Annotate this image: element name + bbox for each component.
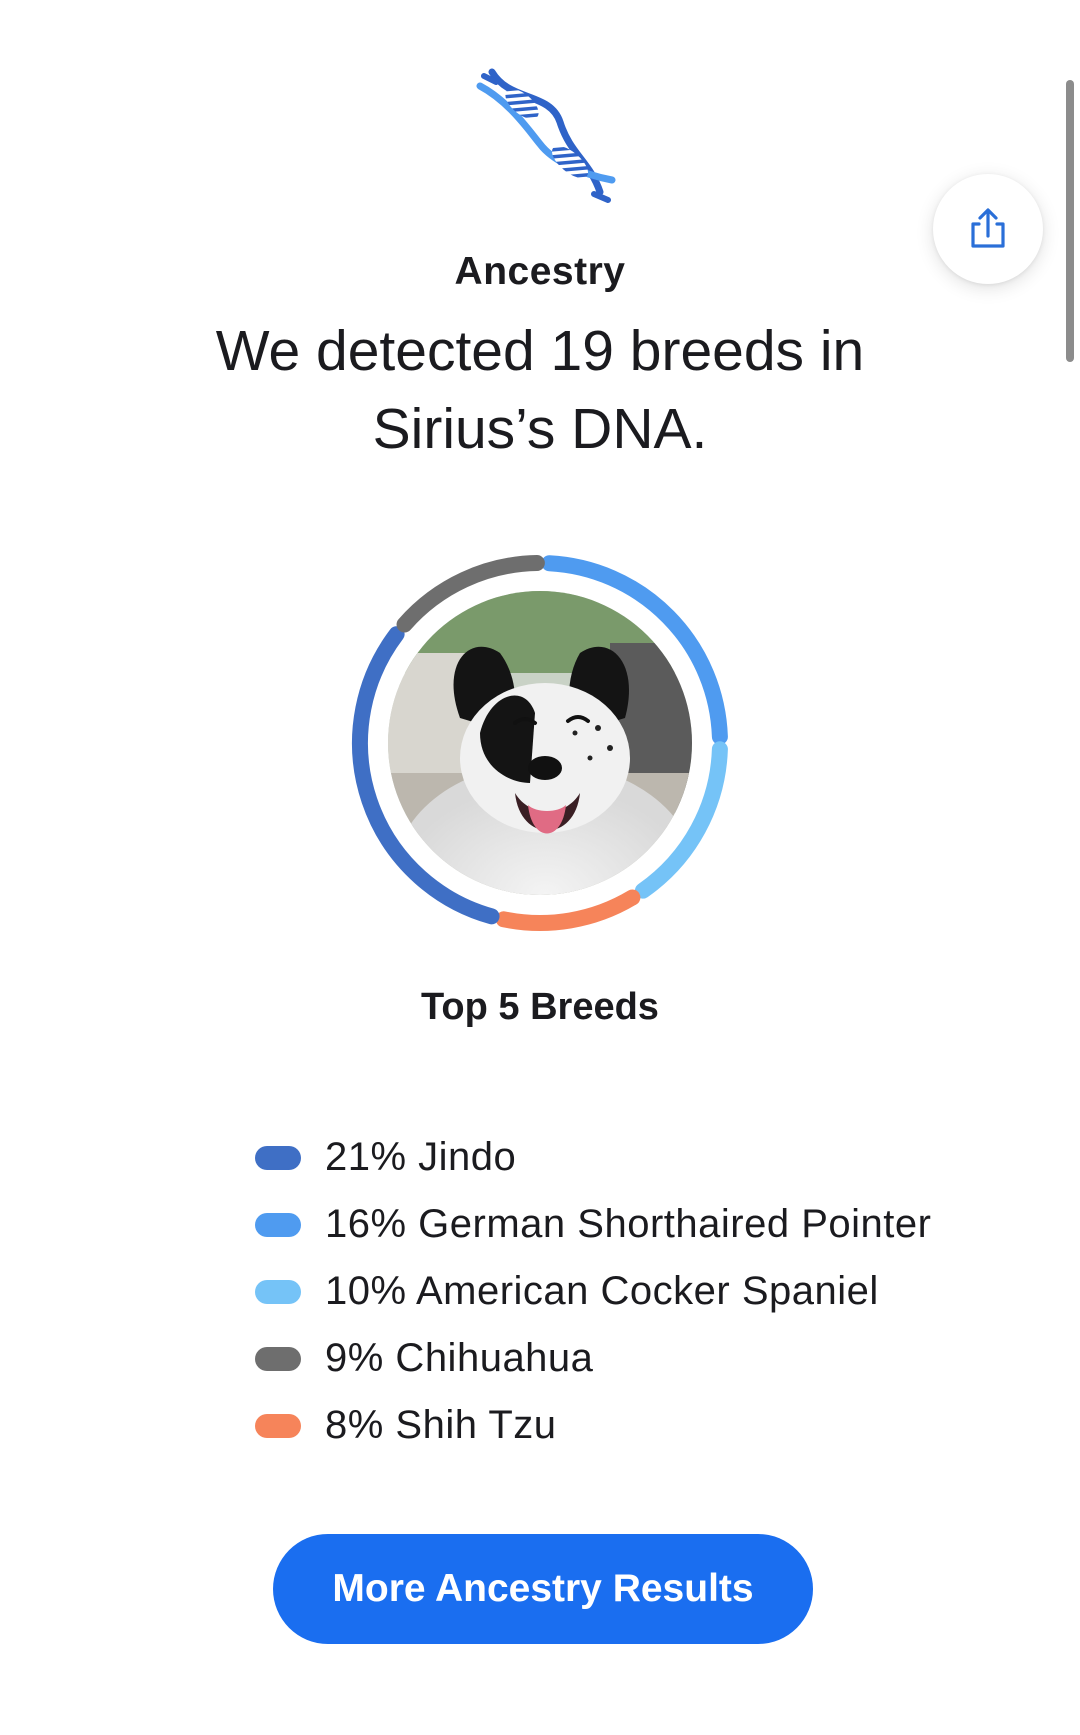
- ring-segment-shih-tzu: [495, 889, 641, 931]
- breed-legend-item: 10% American Cocker Spaniel: [255, 1258, 931, 1325]
- breed-label: 21% Jindo: [325, 1135, 517, 1179]
- breed-legend: 21% Jindo 16% German Shorthaired Pointer 1…: [255, 1124, 931, 1459]
- more-ancestry-results-button[interactable]: More Ancestry Results: [273, 1534, 813, 1644]
- legend-swatch: [255, 1413, 301, 1438]
- breed-label: 8% Shih Tzu: [325, 1403, 557, 1447]
- breed-legend-item: 8% Shih Tzu: [255, 1392, 931, 1459]
- breed-legend-item: 16% German Shorthaired Pointer: [255, 1191, 931, 1258]
- breed-label: 9% Chihuahua: [325, 1336, 594, 1380]
- page-title: We detected 19 breeds in Sirius’s DNA.: [215, 319, 865, 461]
- breed-label: 10% American Cocker Spaniel: [325, 1269, 879, 1313]
- scrollbar[interactable]: [1066, 80, 1074, 362]
- legend-swatch: [255, 1145, 301, 1170]
- breed-ring-chart: [352, 555, 728, 931]
- breed-legend-item: 21% Jindo: [255, 1124, 931, 1191]
- legend-swatch: [255, 1279, 301, 1304]
- section-label: Ancestry: [454, 250, 626, 293]
- breed-legend-item: 9% Chihuahua: [255, 1325, 931, 1392]
- dna-icon: [476, 68, 616, 203]
- share-icon: [971, 208, 1005, 248]
- breed-label: 16% German Shorthaired Pointer: [325, 1202, 932, 1246]
- top-breeds-title: Top 5 Breeds: [421, 986, 659, 1028]
- legend-swatch: [255, 1346, 301, 1371]
- legend-swatch: [255, 1212, 301, 1237]
